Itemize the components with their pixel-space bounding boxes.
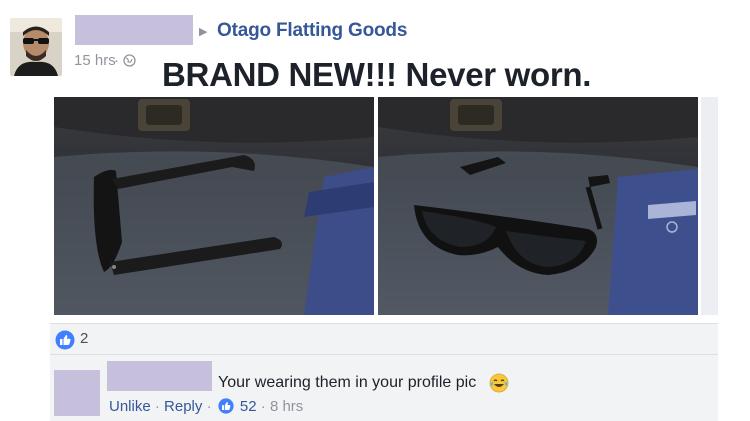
- poster-name-redacted: [75, 15, 193, 45]
- photo-gallery-edge: [701, 97, 718, 315]
- action-separator: ·: [206, 398, 212, 415]
- photo-sunglasses-side[interactable]: [54, 97, 374, 315]
- reply-link[interactable]: Reply: [164, 398, 202, 415]
- comment-like-count[interactable]: 52: [240, 398, 257, 415]
- thumbs-up-icon[interactable]: [55, 330, 75, 355]
- comment-timestamp[interactable]: 8 hrs: [270, 398, 303, 415]
- unlike-link[interactable]: Unlike: [109, 398, 151, 415]
- like-count[interactable]: 2: [80, 330, 88, 347]
- action-separator: ·: [260, 398, 266, 415]
- post-text: BRAND NEW!!! Never worn.: [162, 56, 592, 93]
- post-timestamp[interactable]: 15 hrs: [74, 52, 116, 69]
- photo-sunglasses-front[interactable]: [378, 97, 698, 315]
- commenter-avatar-redacted[interactable]: [54, 370, 100, 416]
- post-photos: [54, 97, 718, 317]
- group-name-link[interactable]: Otago Flatting Goods: [217, 20, 407, 42]
- comment-thumbs-up-icon[interactable]: [218, 398, 234, 418]
- comment-actions: Unlike · Reply · 52 · 8 hrs: [109, 398, 303, 418]
- triangle-right-icon: ▶: [199, 26, 208, 38]
- action-separator: ·: [154, 398, 160, 415]
- divider: [50, 354, 718, 355]
- laughing-tears-emoji-icon: [489, 373, 509, 398]
- poster-avatar[interactable]: [10, 18, 62, 76]
- globe-icon[interactable]: [123, 54, 136, 72]
- comment-text: Your wearing them in your profile pic: [218, 374, 477, 391]
- meta-separator: ·: [114, 52, 119, 69]
- commenter-name-redacted: [107, 361, 212, 391]
